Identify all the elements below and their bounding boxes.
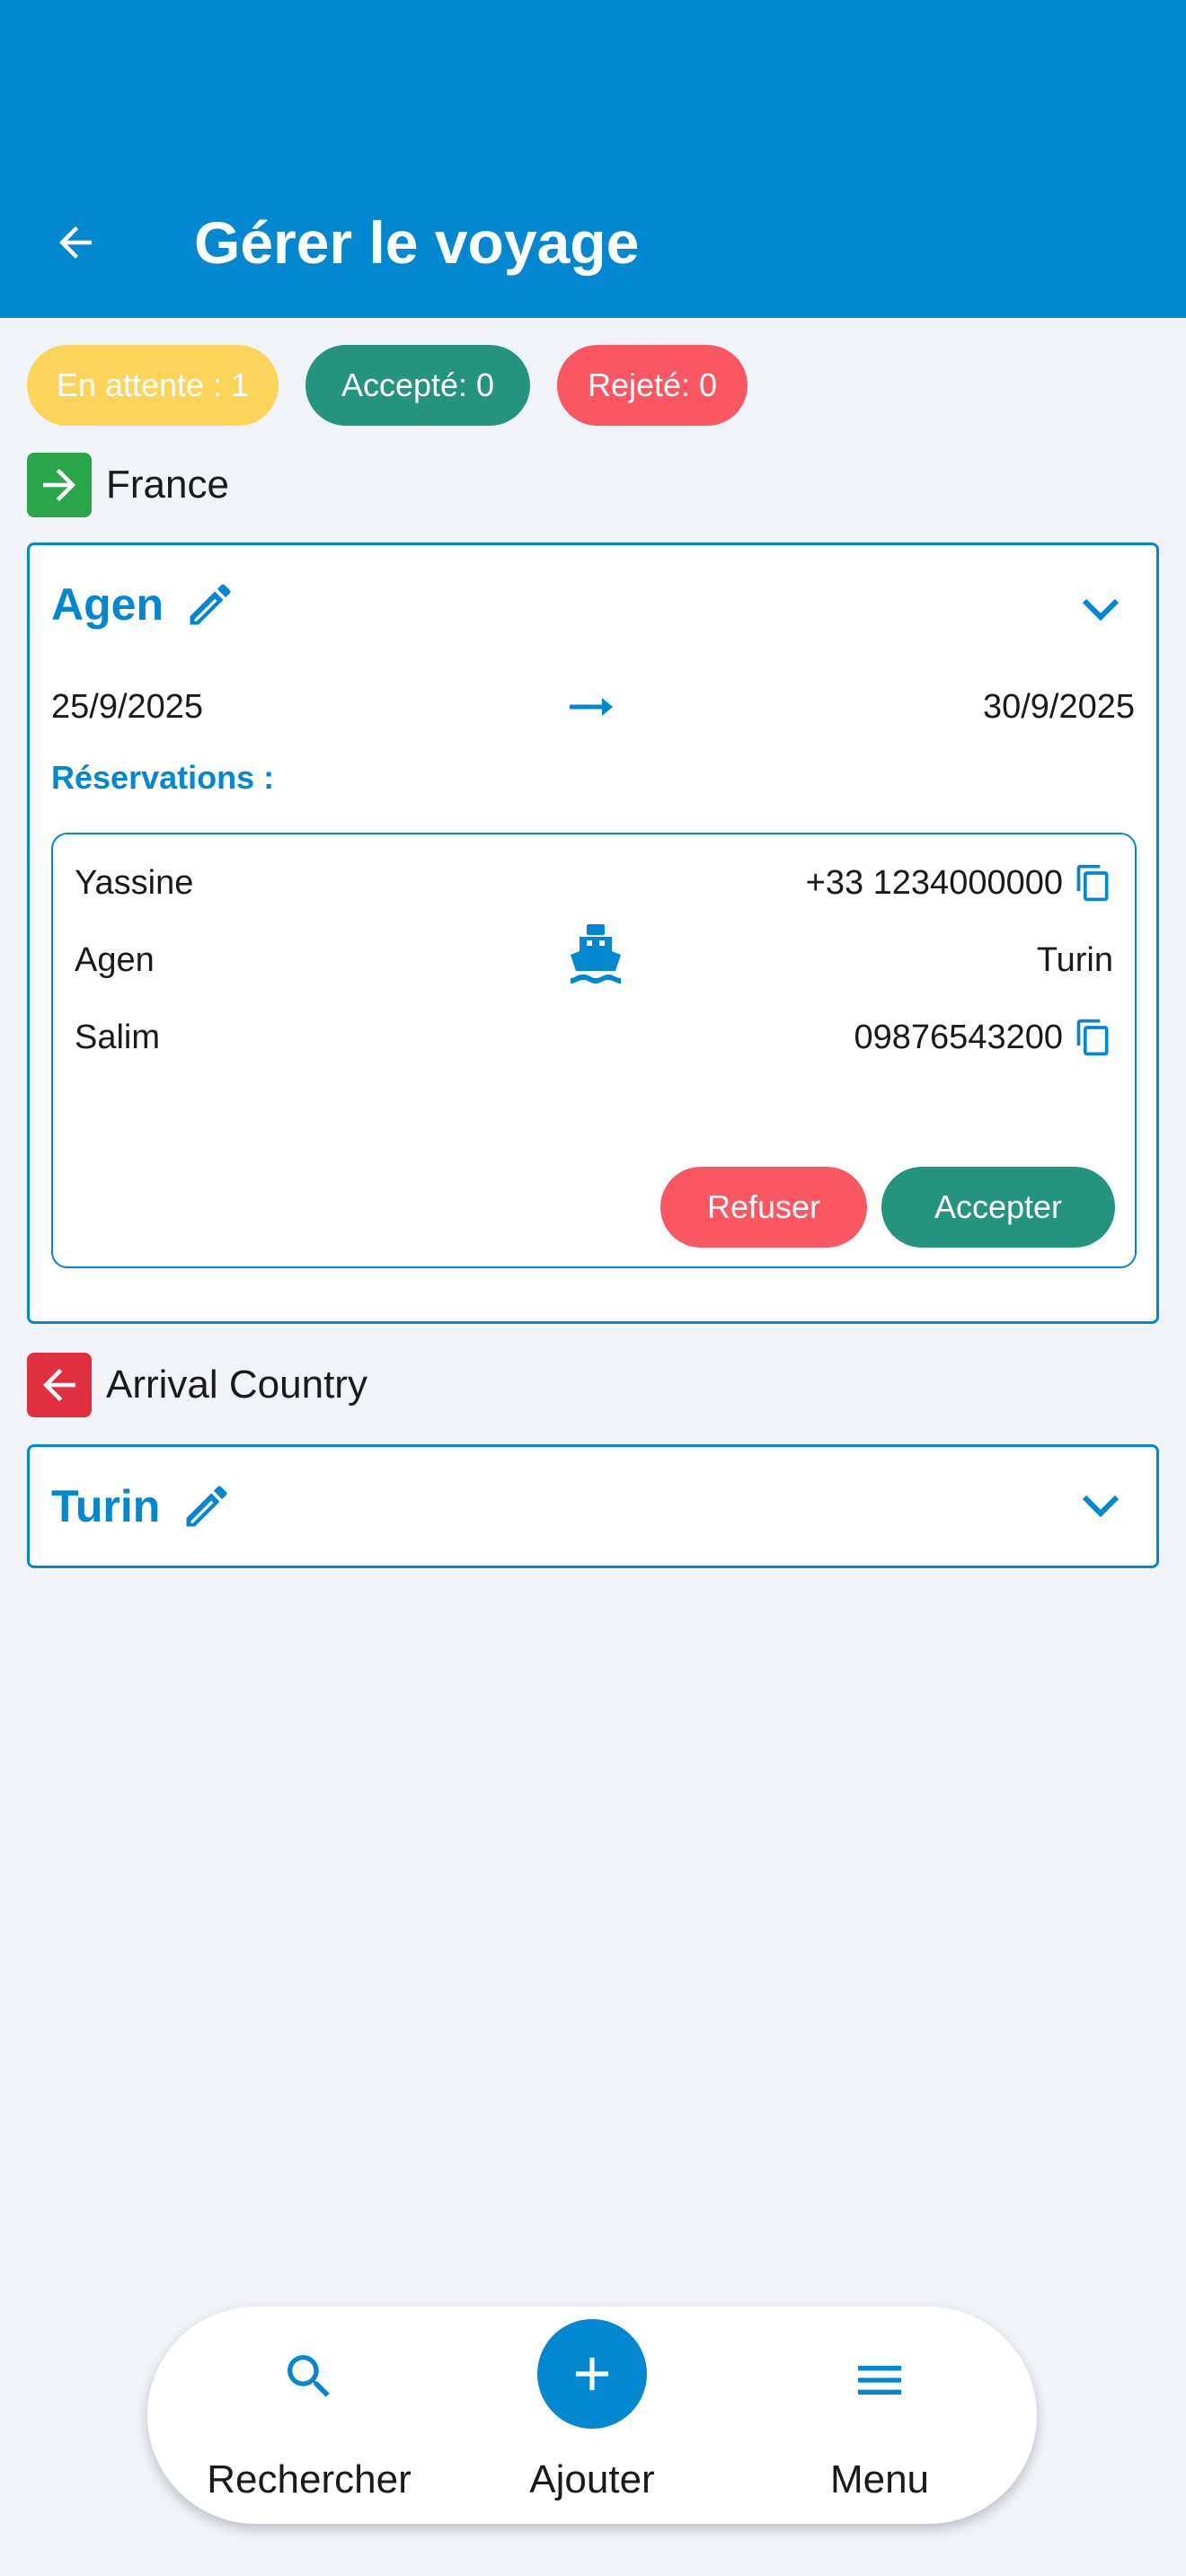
nav-add-label: Ajouter <box>529 2457 655 2501</box>
accepted-status-badge[interactable]: Accepté: 0 <box>305 345 530 426</box>
nav-search[interactable]: Rechercher <box>165 2307 453 2524</box>
nav-menu[interactable]: Menu <box>736 2307 1023 2524</box>
pencil-icon <box>186 1486 227 1527</box>
bottom-navigation: Rechercher Ajouter Menu <box>147 2307 1037 2524</box>
arrival-icon-box <box>27 1353 92 1417</box>
arrival-country-label: Arrival Country <box>106 1363 367 1407</box>
from-city: Agen <box>75 940 155 979</box>
departure-country-label: France <box>106 463 229 507</box>
pencil-icon <box>190 584 231 625</box>
arrival-country-header: Arrival Country <box>27 1353 367 1417</box>
arrival-city-card[interactable]: Turin <box>27 1444 1159 1568</box>
nav-menu-label: Menu <box>829 2457 930 2501</box>
boat-icon <box>571 924 621 984</box>
collapse-departure-button[interactable] <box>1079 592 1122 628</box>
departure-icon-box <box>27 453 92 517</box>
client-phone: +33 1234000000 <box>805 863 1063 902</box>
long-arrow-right-icon <box>570 698 613 716</box>
reservations-label: Réservations : <box>51 759 275 796</box>
end-date: 30/9/2025 <box>982 687 1135 726</box>
expand-arrival-button[interactable] <box>1079 1488 1122 1524</box>
back-button[interactable] <box>43 207 108 278</box>
departure-city-title-row: Agen <box>51 569 237 640</box>
app-bar: Gérer le voyage <box>0 0 1186 318</box>
copy-icon <box>1076 864 1109 902</box>
edit-arrival-button[interactable] <box>180 1479 234 1533</box>
chevron-down-icon <box>1082 598 1120 622</box>
to-city: Turin <box>1036 940 1113 979</box>
reservation-card: Yassine +33 1234000000 Agen Turin Salim <box>51 833 1137 1268</box>
client-row: Yassine +33 1234000000 <box>75 856 1113 910</box>
date-range-row: 25/9/2025 30/9/2025 <box>51 680 1135 734</box>
arrow-left-icon <box>43 1369 75 1401</box>
search-icon <box>288 2355 330 2397</box>
chevron-down-icon <box>1082 1495 1120 1518</box>
contact-phone: 09876543200 <box>854 1018 1063 1056</box>
plus-icon <box>575 2357 609 2391</box>
departure-city-name: Agen <box>51 579 164 630</box>
copy-icon <box>1076 1019 1109 1056</box>
nav-add[interactable]: Ajouter <box>448 2307 736 2524</box>
copy-contact-phone-button[interactable] <box>1074 1016 1113 1059</box>
arrival-city-title-row: Turin <box>51 1470 234 1542</box>
pending-status-badge[interactable]: En attente : 1 <box>27 345 279 426</box>
arrow-left-icon <box>59 226 92 259</box>
departure-country-header: France <box>27 453 229 517</box>
client-name: Yassine <box>75 863 194 902</box>
accept-button[interactable]: Accepter <box>881 1167 1115 1248</box>
start-date: 25/9/2025 <box>51 687 204 726</box>
contact-name: Salim <box>75 1018 161 1056</box>
page-title: Gérer le voyage <box>194 209 640 276</box>
add-button[interactable] <box>537 2319 647 2429</box>
arrow-right-icon <box>43 469 75 501</box>
copy-client-phone-button[interactable] <box>1074 861 1113 904</box>
nav-search-label: Rechercher <box>207 2457 412 2501</box>
refuse-button[interactable]: Refuser <box>660 1167 867 1248</box>
edit-departure-button[interactable] <box>183 578 237 631</box>
contact-row: Salim 09876543200 <box>75 1010 1113 1064</box>
rejected-status-badge[interactable]: Rejeté: 0 <box>557 345 748 426</box>
menu-icon <box>858 2366 901 2395</box>
arrival-city-name: Turin <box>51 1481 161 1531</box>
departure-city-card: Agen 25/9/2025 30/9/2025 Réservations : … <box>27 543 1159 1324</box>
